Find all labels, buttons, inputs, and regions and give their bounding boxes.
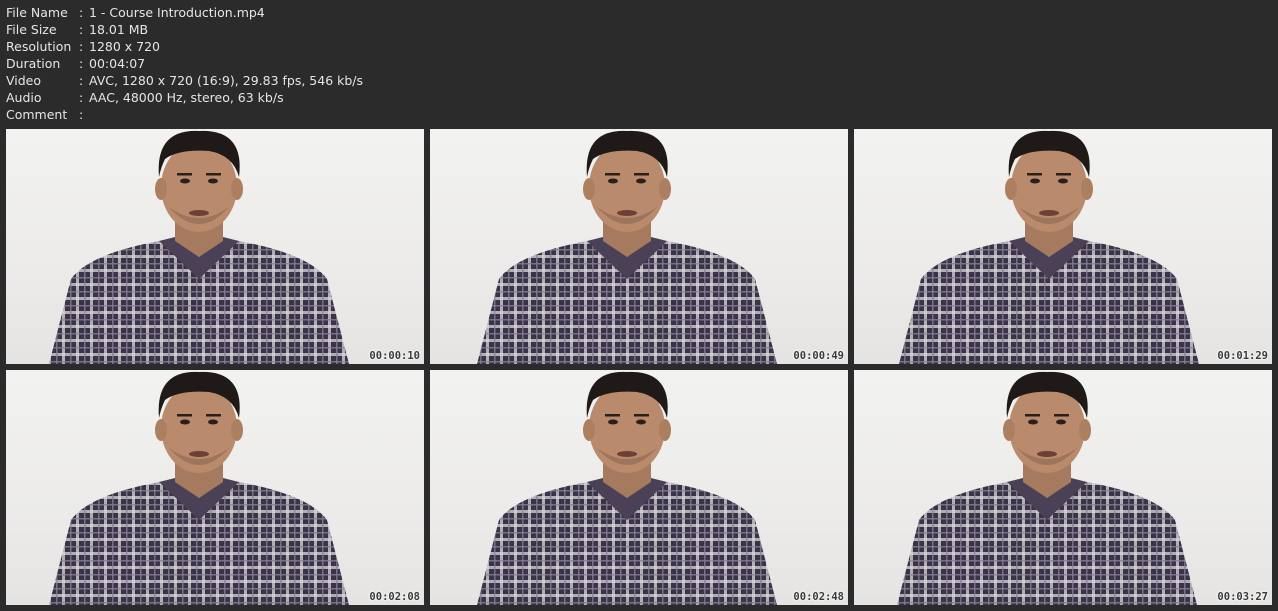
left-brow-shape — [1027, 173, 1042, 176]
info-value: 1 - Course Introduction.mp4 — [89, 5, 265, 20]
video-thumbnail[interactable]: 00:01:29 — [854, 129, 1272, 364]
left-ear-shape — [155, 178, 167, 200]
thumbnail-timestamp: 00:02:08 — [369, 591, 420, 603]
info-separator: : — [79, 39, 84, 54]
left-eye-shape — [180, 419, 190, 425]
info-separator: : — [79, 5, 84, 20]
right-brow-shape — [1054, 414, 1069, 417]
left-ear-shape — [1003, 419, 1015, 441]
left-eye-shape — [608, 178, 618, 184]
left-eye-shape — [180, 178, 190, 184]
left-brow-shape — [177, 414, 192, 417]
thumbnail-timestamp: 00:00:49 — [793, 350, 844, 362]
right-eye-shape — [1058, 178, 1068, 184]
left-eye-shape — [1028, 419, 1038, 425]
info-value: 18.01 MB — [89, 22, 149, 37]
info-row-duration: Duration : 00:04:07 — [6, 55, 363, 72]
speaker-frame-image — [477, 371, 777, 605]
info-value: AAC, 48000 Hz, stereo, 63 kb/s — [89, 90, 284, 105]
right-ear-shape — [231, 419, 243, 441]
right-brow-shape — [634, 414, 649, 417]
speaker-frame-image — [897, 371, 1197, 605]
info-row-resolution: Resolution : 1280 x 720 — [6, 38, 363, 55]
info-separator: : — [79, 90, 84, 105]
right-brow-shape — [206, 414, 221, 417]
info-value: AVC, 1280 x 720 (16:9), 29.83 fps, 546 k… — [89, 73, 364, 88]
info-separator: : — [79, 56, 84, 71]
thumbnail-timestamp: 00:03:27 — [1217, 591, 1268, 603]
info-label: Resolution — [6, 39, 72, 54]
thumbnail-timestamp: 00:01:29 — [1217, 350, 1268, 362]
info-value: 00:04:07 — [89, 56, 146, 71]
info-separator: : — [79, 107, 84, 122]
left-brow-shape — [605, 173, 620, 176]
mouth-shape — [189, 451, 209, 457]
speaker-frame-image — [49, 371, 349, 605]
right-eye-shape — [208, 178, 218, 184]
right-brow-shape — [1056, 173, 1071, 176]
media-info-panel: File Name : 1 - Course Introduction.mp4 … — [6, 4, 363, 123]
video-thumbnail[interactable]: 00:00:49 — [430, 129, 848, 364]
video-thumbnail[interactable]: 00:03:27 — [854, 370, 1272, 605]
info-label: File Size — [6, 22, 57, 37]
info-value: 1280 x 720 — [89, 39, 161, 54]
right-eye-shape — [1056, 419, 1066, 425]
mouth-shape — [1039, 210, 1059, 216]
left-ear-shape — [583, 419, 595, 441]
info-row-video: Video : AVC, 1280 x 720 (16:9), 29.83 fp… — [6, 72, 363, 89]
mouth-shape — [1037, 451, 1057, 457]
info-separator: : — [79, 22, 84, 37]
right-ear-shape — [231, 178, 243, 200]
right-ear-shape — [659, 178, 671, 200]
right-ear-shape — [1079, 419, 1091, 441]
speaker-frame-image — [477, 130, 777, 364]
info-row-audio: Audio : AAC, 48000 Hz, stereo, 63 kb/s — [6, 89, 363, 106]
left-brow-shape — [1025, 414, 1040, 417]
left-ear-shape — [155, 419, 167, 441]
right-eye-shape — [636, 178, 646, 184]
mouth-shape — [189, 210, 209, 216]
info-label: File Name — [6, 5, 68, 20]
info-label: Duration — [6, 56, 61, 71]
speaker-frame-image — [899, 130, 1199, 364]
thumbnail-timestamp: 00:02:48 — [793, 591, 844, 603]
left-eye-shape — [1030, 178, 1040, 184]
mouth-shape — [617, 210, 637, 216]
right-eye-shape — [208, 419, 218, 425]
info-row-file-size: File Size : 18.01 MB — [6, 21, 363, 38]
info-label: Video — [6, 73, 42, 88]
left-ear-shape — [1005, 178, 1017, 200]
right-brow-shape — [634, 173, 649, 176]
mouth-shape — [617, 451, 637, 457]
thumbnail-timestamp: 00:00:10 — [369, 350, 420, 362]
left-brow-shape — [177, 173, 192, 176]
video-thumbnail[interactable]: 00:00:10 — [6, 129, 424, 364]
right-ear-shape — [1081, 178, 1093, 200]
left-ear-shape — [583, 178, 595, 200]
info-separator: : — [79, 73, 84, 88]
thumbnail-grid: 00:00:10 00:00:49 00:01:29 00:02:08 00:0… — [6, 129, 1272, 605]
video-thumbnail[interactable]: 00:02:08 — [6, 370, 424, 605]
left-brow-shape — [605, 414, 620, 417]
left-eye-shape — [608, 419, 618, 425]
video-thumbnail[interactable]: 00:02:48 — [430, 370, 848, 605]
speaker-frame-image — [49, 130, 349, 364]
right-eye-shape — [636, 419, 646, 425]
info-row-file-name: File Name : 1 - Course Introduction.mp4 — [6, 4, 363, 21]
right-brow-shape — [206, 173, 221, 176]
info-label: Comment — [6, 107, 68, 122]
right-ear-shape — [659, 419, 671, 441]
info-row-comment: Comment : — [6, 106, 363, 123]
info-label: Audio — [6, 90, 42, 105]
